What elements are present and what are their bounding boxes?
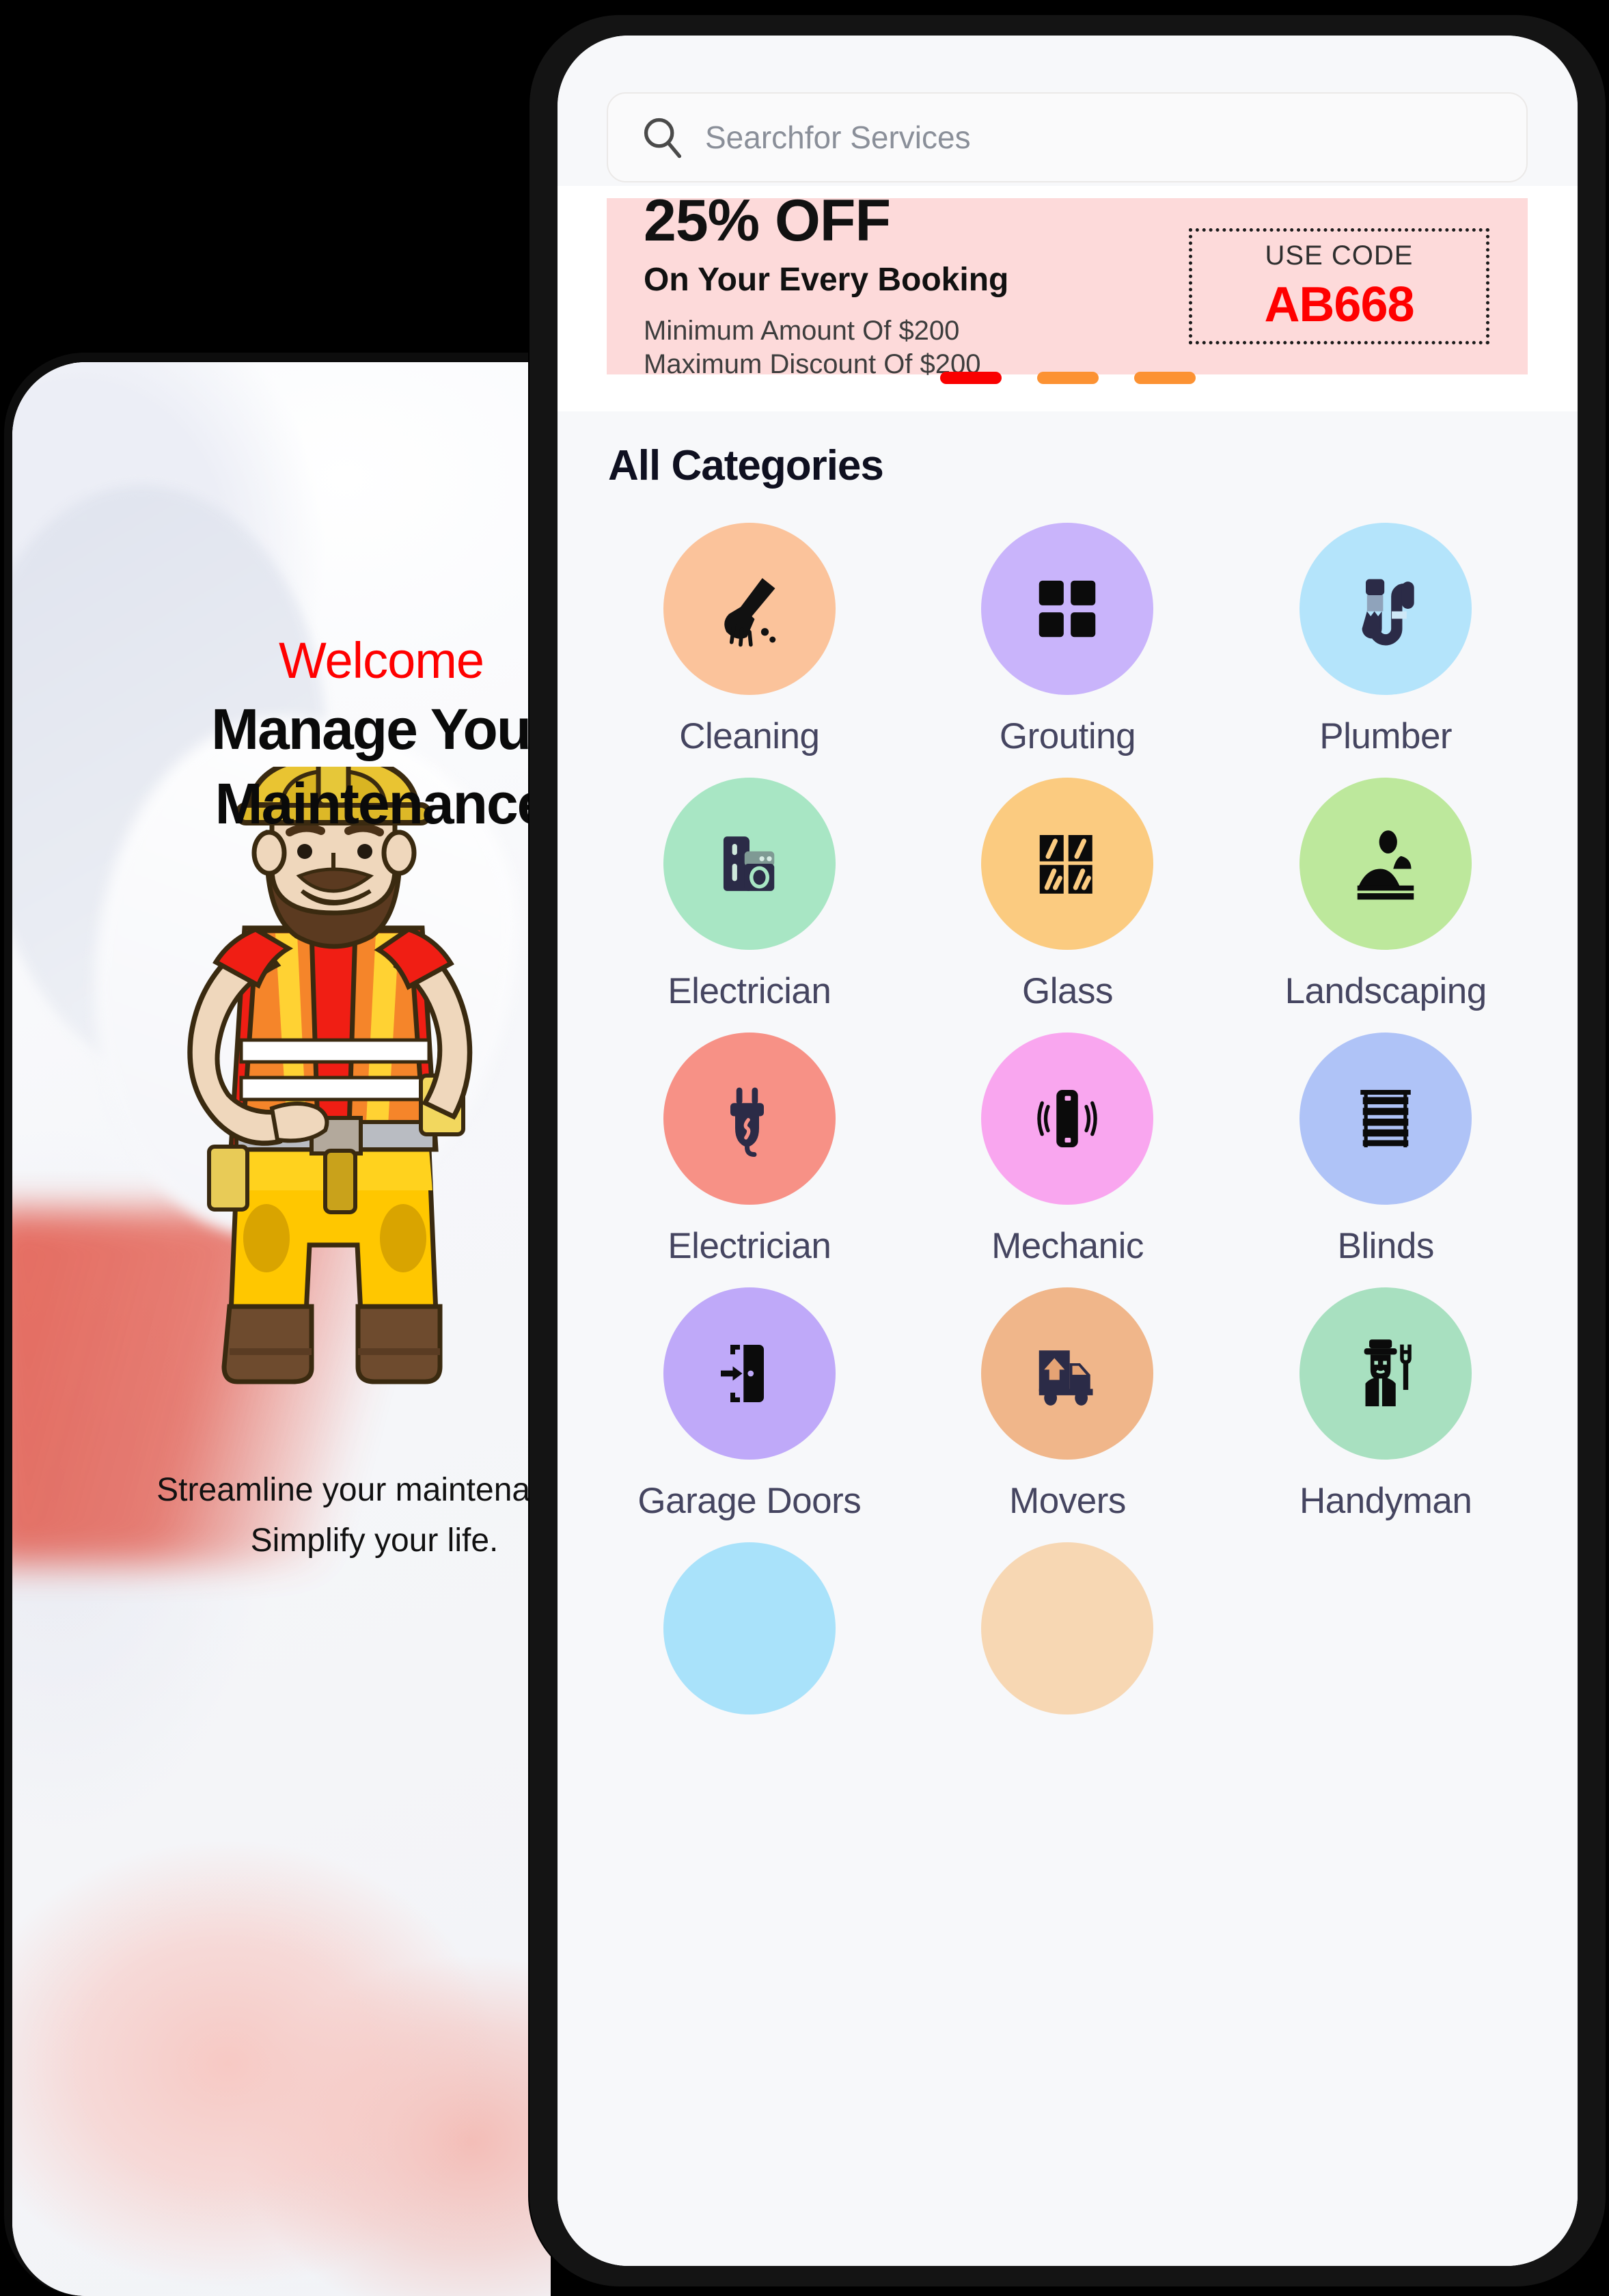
onboarding-subtext-line1: Streamline your maintenance. <box>156 1472 551 1508</box>
category-partial-3 <box>1226 1542 1545 1714</box>
category-icon-bubble <box>663 1287 836 1460</box>
category-label: Electrician <box>668 971 831 1011</box>
category-icon-bubble <box>1299 1033 1472 1205</box>
categories-grid: Cleaning Grouting Plumber Electrician Gl… <box>558 523 1578 1714</box>
coupon-label: USE CODE <box>1265 240 1414 271</box>
carousel-dot-1[interactable] <box>939 372 1002 384</box>
category-label: Garage Doors <box>637 1481 862 1521</box>
category-label: Blinds <box>1337 1226 1434 1266</box>
promo-percent: 25% OFF <box>644 188 891 254</box>
broom-icon <box>724 578 776 647</box>
category-icon-bubble <box>981 1542 1154 1714</box>
right-phone-screen: Searchfor Services 25% OFF On Your Every… <box>558 36 1578 2266</box>
promo-subtitle: On Your Every Booking <box>644 262 1009 299</box>
appliance-icon <box>723 836 775 891</box>
category-grouting[interactable]: Grouting <box>909 523 1227 757</box>
pipe-wrench-icon <box>1362 579 1414 646</box>
category-electrician-appliance[interactable]: Electrician <box>590 778 909 1012</box>
category-label: Electrician <box>668 1226 831 1266</box>
categories-section: All Categories Cleaning Grouting Plumber… <box>558 411 1578 2266</box>
coupon-box[interactable]: USE CODE AB668 <box>1189 228 1489 344</box>
category-blinds[interactable]: Blinds <box>1226 1033 1545 1267</box>
category-icon-bubble <box>663 1033 836 1205</box>
promo-carousel: 25% OFF On Your Every Booking Minimum Am… <box>558 186 1578 411</box>
promo-minimum-amount: Minimum Amount Of $200 <box>644 316 960 346</box>
carousel-dot-3[interactable] <box>1133 372 1196 384</box>
category-mechanic[interactable]: Mechanic <box>909 1033 1227 1267</box>
construction-worker-illustration <box>187 767 473 1384</box>
category-label: Grouting <box>999 716 1136 756</box>
welcome-text: Welcome <box>278 632 484 689</box>
category-label: Handyman <box>1299 1481 1472 1521</box>
category-glass[interactable]: Glass <box>909 778 1227 1012</box>
category-icon-bubble <box>663 778 836 950</box>
moving-truck-icon <box>1039 1350 1093 1406</box>
category-icon-bubble <box>981 778 1154 950</box>
category-icon-bubble <box>981 1033 1154 1205</box>
right-phone-frame: Searchfor Services 25% OFF On Your Every… <box>530 15 1606 2286</box>
onboarding-subtext: Streamline your maintenance. Simplify yo… <box>12 1465 551 1567</box>
tile-grid-icon <box>1039 580 1096 638</box>
category-label: Plumber <box>1319 716 1453 756</box>
carousel-indicators <box>558 372 1578 384</box>
category-partial-2[interactable] <box>909 1542 1227 1714</box>
category-label: Glass <box>1022 971 1113 1011</box>
category-icon-bubble <box>1299 1287 1472 1460</box>
category-handyman[interactable]: Handyman <box>1226 1287 1545 1522</box>
category-label: Landscaping <box>1284 971 1487 1011</box>
promo-banner[interactable]: 25% OFF On Your Every Booking Minimum Am… <box>607 191 1528 379</box>
search-placeholder: Searchfor Services <box>705 120 971 155</box>
left-phone-screen: Welcome Manage Your Maintenance Streamli… <box>12 362 551 2296</box>
category-label: Cleaning <box>679 716 820 756</box>
category-landscaping[interactable]: Landscaping <box>1226 778 1545 1012</box>
landscape-icon <box>1357 830 1414 900</box>
window-pane-icon <box>1040 835 1093 894</box>
coupon-code: AB668 <box>1264 277 1414 332</box>
categories-title: All Categories <box>608 442 884 489</box>
onboarding-heading-line1: Manage Your <box>211 697 551 762</box>
left-phone-frame: Welcome Manage Your Maintenance Streamli… <box>4 353 551 2296</box>
category-icon-bubble <box>981 523 1154 695</box>
search-header: Searchfor Services <box>558 36 1578 186</box>
category-partial-1[interactable] <box>590 1542 909 1714</box>
category-garage-doors[interactable]: Garage Doors <box>590 1287 909 1522</box>
handyman-icon <box>1364 1339 1412 1406</box>
category-movers[interactable]: Movers <box>909 1287 1227 1522</box>
search-icon <box>644 118 682 159</box>
category-label: Movers <box>1009 1481 1126 1521</box>
category-icon-bubble <box>981 1287 1154 1460</box>
search-input[interactable]: Searchfor Services <box>607 92 1528 182</box>
category-icon-bubble <box>1299 523 1472 695</box>
main-content: 25% OFF On Your Every Booking Minimum Am… <box>558 186 1578 2266</box>
category-icon-bubble <box>663 1542 836 1714</box>
category-cleaning[interactable]: Cleaning <box>590 523 909 757</box>
vibrating-phone-icon <box>1037 1090 1098 1147</box>
carousel-dot-2[interactable] <box>1036 372 1099 384</box>
category-icon-bubble <box>1299 778 1472 950</box>
blinds-icon <box>1360 1090 1411 1147</box>
screenshot-stage: Welcome Manage Your Maintenance Streamli… <box>0 0 1609 2296</box>
promo-text-block: 25% OFF On Your Every Booking Minimum Am… <box>607 191 1008 381</box>
garage-door-icon <box>720 1345 764 1402</box>
onboarding-heading-line2: Maintenance <box>215 771 549 836</box>
category-icon-bubble <box>663 523 836 695</box>
plug-icon <box>730 1087 764 1157</box>
category-electrician-plug[interactable]: Electrician <box>590 1033 909 1267</box>
category-label: Mechanic <box>991 1226 1144 1266</box>
category-plumber[interactable]: Plumber <box>1226 523 1545 757</box>
onboarding-subtext-line2: Simplify your life. <box>250 1522 499 1559</box>
onboarding-text-block: Welcome Manage Your Maintenance <box>12 632 551 836</box>
